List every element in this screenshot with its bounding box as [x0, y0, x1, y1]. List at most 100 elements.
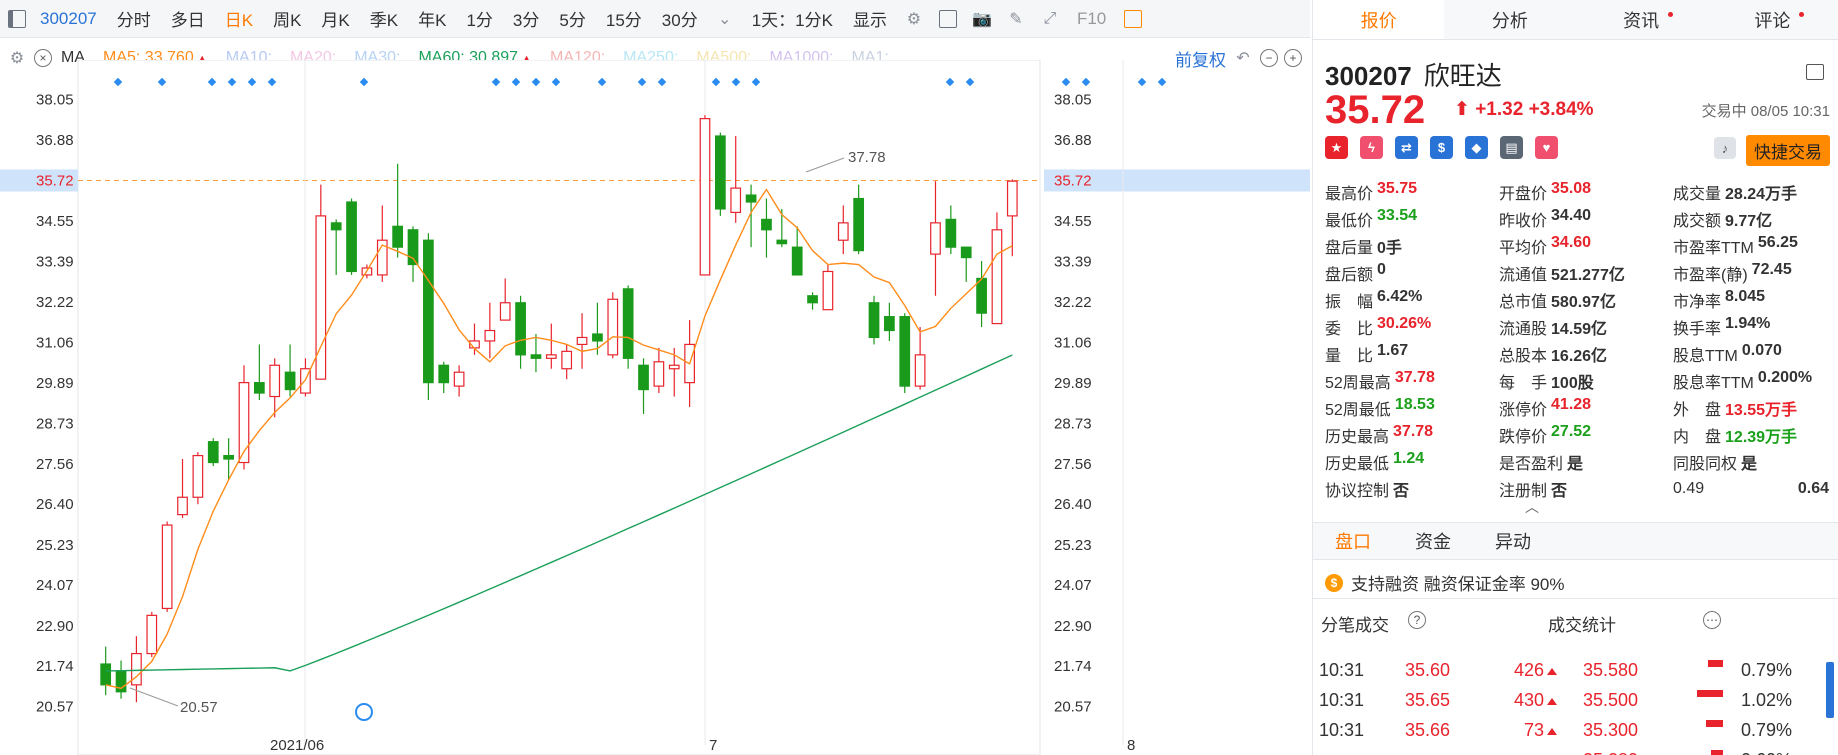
- tab-3min[interactable]: 3分: [503, 6, 549, 31]
- candle-body: [776, 239, 788, 245]
- kline-svg[interactable]: 38.05 38.05 36.88 36.88 35.72 35.72 34.55 34.55…: [0, 59, 1310, 755]
- panel-tabs: 报价 分析 资讯 评论: [1313, 0, 1838, 40]
- field-label: 委 比: [1325, 320, 1374, 338]
- candle-body: [653, 361, 665, 387]
- settings-icon[interactable]: ⚙: [903, 8, 925, 30]
- field-cell: 52周最高 37.78: [1325, 369, 1499, 393]
- period-select[interactable]: 1天：1分K: [742, 6, 843, 31]
- panel-tab[interactable]: 报价: [1313, 0, 1445, 39]
- stats-percent: 1.02%: [1741, 690, 1793, 710]
- candle-body: [515, 302, 526, 356]
- f10-button[interactable]: F10: [1067, 9, 1116, 29]
- field-cell: 最高价 35.75: [1325, 180, 1499, 204]
- field-cell: 量 比 1.67: [1325, 342, 1499, 366]
- dollar-icon[interactable]: $: [1430, 136, 1453, 159]
- layout-icon[interactable]: [937, 8, 959, 30]
- field-row: 历史最高 37.78 跌停价 27.52 内 盘 12.39万手: [1325, 421, 1835, 448]
- field-label: 盘后量: [1325, 239, 1374, 257]
- price-change: ⬆ +1.32 +3.84%: [1454, 98, 1594, 121]
- kline-chart[interactable]: 38.05 38.05 36.88 36.88 35.72 35.72 34.55 34.55…: [0, 59, 1310, 755]
- y-tick-label-right: 26.40: [1054, 496, 1092, 513]
- book-icon[interactable]: ▤: [1500, 136, 1523, 159]
- y-tick-label-left: 27.56: [36, 456, 74, 473]
- tab-fenshi[interactable]: 分时: [107, 6, 161, 31]
- tab-multiday[interactable]: 多日: [161, 6, 215, 31]
- candle-body: [899, 316, 911, 387]
- stock-code[interactable]: 300207: [34, 9, 107, 29]
- fullscreen-icon[interactable]: ⤢: [1039, 8, 1061, 30]
- display-menu[interactable]: 显示: [843, 6, 897, 31]
- shuffle-icon[interactable]: ⇄: [1395, 136, 1418, 159]
- field-cell: 52周最低 18.53: [1325, 396, 1499, 420]
- panel-toggle-icon[interactable]: [1122, 8, 1144, 30]
- quick-trade-button[interactable]: 快捷交易: [1746, 135, 1830, 166]
- field-cell: 最低价 33.54: [1325, 207, 1499, 231]
- quote-fields: 最高价 35.75 开盘价 35.08 成交量 28.24万手 最低价 33.54 昨收价 34.…: [1325, 178, 1835, 502]
- tab-yidong[interactable]: 异动: [1473, 528, 1553, 554]
- scrollbar[interactable]: [1826, 662, 1834, 718]
- field-value: 0: [1377, 260, 1386, 278]
- camera-icon[interactable]: 📷: [971, 8, 993, 30]
- field-row: 最低价 33.54 昨收价 34.40 成交额 9.77亿: [1325, 205, 1835, 232]
- tab-15min[interactable]: 15分: [596, 6, 652, 31]
- stats-percent: 0.60%: [1741, 750, 1792, 755]
- stats-row: 35.300 0.79%: [1313, 718, 1833, 748]
- field-label: 昨收价: [1499, 212, 1548, 230]
- tab-daily-k[interactable]: 日K: [215, 6, 263, 31]
- tab-weekly-k[interactable]: 周K: [263, 6, 311, 31]
- field-label: 量 比: [1325, 347, 1374, 365]
- tag-icon[interactable]: ◆: [1465, 136, 1488, 159]
- panel-tab-label: 分析: [1491, 10, 1528, 31]
- candle-body: [1006, 180, 1018, 217]
- more-icon[interactable]: ⋯: [1703, 611, 1721, 629]
- field-label: 振 幅: [1325, 293, 1374, 311]
- china-flag-icon[interactable]: ★: [1325, 136, 1348, 159]
- field-value: 37.78: [1394, 368, 1435, 386]
- lightning-icon[interactable]: ϟ: [1360, 136, 1383, 159]
- candle-body: [699, 118, 711, 276]
- bell-icon[interactable]: ♪: [1714, 137, 1736, 159]
- y-tick-label-left: 34.55: [36, 213, 74, 230]
- tab-5min[interactable]: 5分: [549, 6, 595, 31]
- y-tick-label-right: 38.05: [1054, 92, 1092, 109]
- field-row: 盘后额 0 流通值 521.277亿 市盈率(静) 72.45: [1325, 259, 1835, 286]
- field-cell: 总市值 580.97亿: [1499, 288, 1673, 312]
- field-label: 流通值: [1499, 266, 1548, 284]
- draw-pen-icon[interactable]: ✎: [1005, 8, 1027, 30]
- candle-body: [330, 222, 342, 231]
- field-row: 最高价 35.75 开盘价 35.08 成交量 28.24万手: [1325, 178, 1835, 205]
- stats-row: 35.580 0.79%: [1313, 658, 1833, 688]
- tab-yearly-k[interactable]: 年K: [408, 6, 456, 31]
- candle-body: [714, 135, 726, 210]
- candle-body: [914, 354, 926, 387]
- chevron-down-icon[interactable]: ⌄: [714, 8, 736, 30]
- stock-name: 欣旺达: [1423, 61, 1502, 91]
- field-row: 52周最高 37.78 每 手 100股 股息率TTM 0.200%: [1325, 367, 1835, 394]
- sidebar-toggle-icon[interactable]: [6, 8, 28, 30]
- current-price-label-right: 35.72: [1054, 172, 1092, 189]
- tab-pankou[interactable]: 盘口: [1313, 528, 1393, 554]
- tab-monthly-k[interactable]: 月K: [311, 6, 359, 31]
- panel-tab[interactable]: 资讯: [1576, 0, 1707, 39]
- candle-body: [960, 246, 972, 259]
- tick-row-partial: [1319, 634, 1838, 656]
- tab-quarterly-k[interactable]: 季K: [360, 6, 408, 31]
- candle-body: [131, 652, 142, 686]
- tab-30min[interactable]: 30分: [652, 6, 708, 31]
- field-label: 涨停价: [1499, 401, 1548, 419]
- y-tick-label-right: 34.55: [1054, 213, 1092, 230]
- chevron-up-icon[interactable]: ︿: [1525, 497, 1539, 517]
- tab-1min[interactable]: 1分: [456, 6, 502, 31]
- panel-tab[interactable]: 评论: [1707, 0, 1838, 39]
- quick-icons: ★ ϟ ⇄ $ ◆ ▤ ♥: [1325, 136, 1558, 159]
- panel-tab[interactable]: 分析: [1444, 0, 1575, 39]
- field-cell: 振 幅 6.42%: [1325, 288, 1499, 312]
- collapse-icon[interactable]: [1806, 64, 1824, 80]
- tab-zijin[interactable]: 资金: [1393, 528, 1473, 554]
- field-value: 否: [1393, 482, 1410, 500]
- y-tick-label-left: 28.73: [36, 415, 74, 432]
- stats-percent: 0.79%: [1741, 660, 1793, 680]
- tick-list[interactable]: 10:31 35.60 426 10:31 35.65 430 10:31 35.66 73 35…: [1313, 634, 1838, 755]
- heart-icon[interactable]: ♥: [1535, 136, 1558, 159]
- help-icon[interactable]: ?: [1408, 611, 1426, 629]
